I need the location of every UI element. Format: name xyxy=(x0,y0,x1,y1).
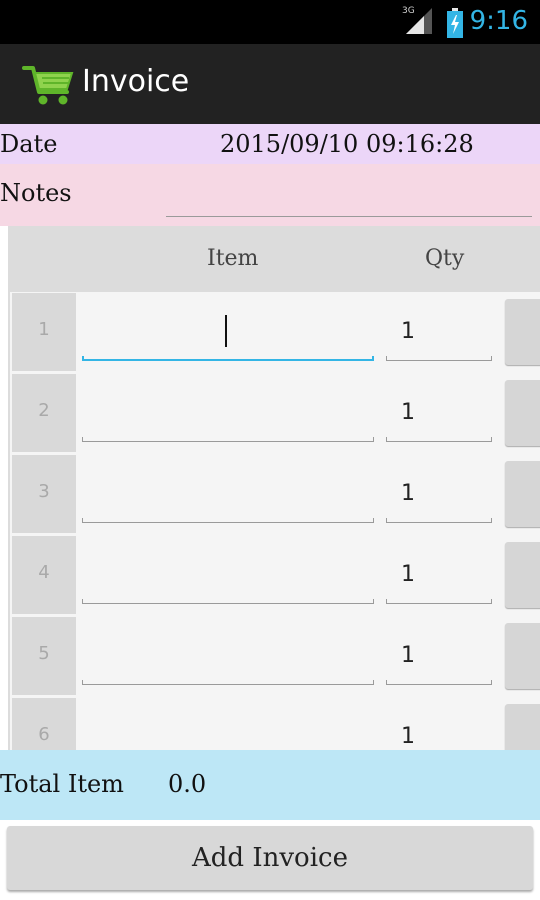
shopping-cart-icon[interactable] xyxy=(22,62,76,106)
row-number: 1 xyxy=(38,319,50,340)
item-input[interactable] xyxy=(82,627,374,685)
table-row: 2 1 xyxy=(8,374,540,455)
table-header: Item Qty xyxy=(8,226,540,292)
item-input-underline xyxy=(82,680,374,685)
qty-input[interactable]: 1 xyxy=(386,384,492,442)
signal-icon xyxy=(406,8,432,34)
qty-input[interactable]: 1 xyxy=(386,546,492,604)
row-action-button[interactable] xyxy=(505,704,540,750)
total-row: Total Item 0.0 xyxy=(0,750,540,820)
row-action-button[interactable] xyxy=(505,299,540,365)
qty-input[interactable]: 1 xyxy=(386,303,492,361)
row-number-cell: 4 xyxy=(12,536,76,614)
table-row: 6 1 xyxy=(8,698,540,750)
row-number-cell: 1 xyxy=(12,293,76,371)
row-action-button[interactable] xyxy=(505,380,540,446)
table-row: 3 1 xyxy=(8,455,540,536)
invoice-form: Date 2015/09/10 09:16:28 Notes Item Qty … xyxy=(0,124,540,900)
notes-row: Notes xyxy=(0,164,540,226)
qty-input[interactable]: 1 xyxy=(386,465,492,523)
qty-value: 1 xyxy=(401,319,415,344)
row-number: 3 xyxy=(38,481,50,502)
row-number-cell: 2 xyxy=(12,374,76,452)
qty-value: 1 xyxy=(401,724,415,749)
total-items-label: Total Item xyxy=(0,770,124,798)
total-items-value: 0.0 xyxy=(168,770,207,798)
qty-value: 1 xyxy=(401,643,415,668)
item-input[interactable] xyxy=(82,546,374,604)
qty-value: 1 xyxy=(401,400,415,425)
add-invoice-button[interactable]: Add Invoice xyxy=(7,826,533,890)
page-title: Invoice xyxy=(82,64,190,99)
bottom-bar: Add Invoice xyxy=(0,820,540,900)
item-input[interactable] xyxy=(82,303,374,361)
row-number-cell: 6 xyxy=(12,698,76,750)
qty-input[interactable]: 1 xyxy=(386,627,492,685)
item-input-underline xyxy=(82,356,374,361)
table-row: 1 1 xyxy=(8,293,540,374)
row-number: 4 xyxy=(38,562,50,583)
notes-input[interactable] xyxy=(166,182,532,217)
action-bar: Invoice xyxy=(0,44,540,124)
qty-input-underline xyxy=(386,437,492,442)
row-action-button[interactable] xyxy=(505,623,540,689)
item-column-header: Item xyxy=(207,246,259,271)
row-action-button[interactable] xyxy=(505,461,540,527)
battery-icon xyxy=(447,8,463,38)
item-input[interactable] xyxy=(82,465,374,523)
row-number-cell: 3 xyxy=(12,455,76,533)
text-cursor xyxy=(225,315,227,347)
item-input-underline xyxy=(82,599,374,604)
item-input-underline xyxy=(82,518,374,523)
row-number: 2 xyxy=(38,400,50,421)
row-number-cell: 5 xyxy=(12,617,76,695)
qty-input[interactable]: 1 xyxy=(386,708,492,750)
qty-value: 1 xyxy=(401,562,415,587)
status-bar: 3G 9:16 xyxy=(0,0,540,44)
row-number: 5 xyxy=(38,643,50,664)
date-row: Date 2015/09/10 09:16:28 xyxy=(0,124,540,164)
qty-input-underline xyxy=(386,518,492,523)
row-action-button[interactable] xyxy=(505,542,540,608)
qty-column-header: Qty xyxy=(425,246,465,271)
items-table[interactable]: Item Qty 1 1 2 1 3 1 4 1 5 1 6 1 xyxy=(8,226,540,750)
row-number: 6 xyxy=(38,724,50,745)
item-input[interactable] xyxy=(82,708,374,750)
qty-value: 1 xyxy=(401,481,415,506)
table-row: 4 1 xyxy=(8,536,540,617)
notes-label: Notes xyxy=(0,179,72,207)
date-value: 2015/09/10 09:16:28 xyxy=(220,130,474,158)
date-label: Date xyxy=(0,130,58,158)
status-clock: 9:16 xyxy=(469,6,528,36)
qty-input-underline xyxy=(386,680,492,685)
table-row: 5 1 xyxy=(8,617,540,698)
item-input-underline xyxy=(82,437,374,442)
qty-input-underline xyxy=(386,599,492,604)
item-input[interactable] xyxy=(82,384,374,442)
qty-input-underline xyxy=(386,356,492,361)
add-invoice-label: Add Invoice xyxy=(192,843,348,873)
